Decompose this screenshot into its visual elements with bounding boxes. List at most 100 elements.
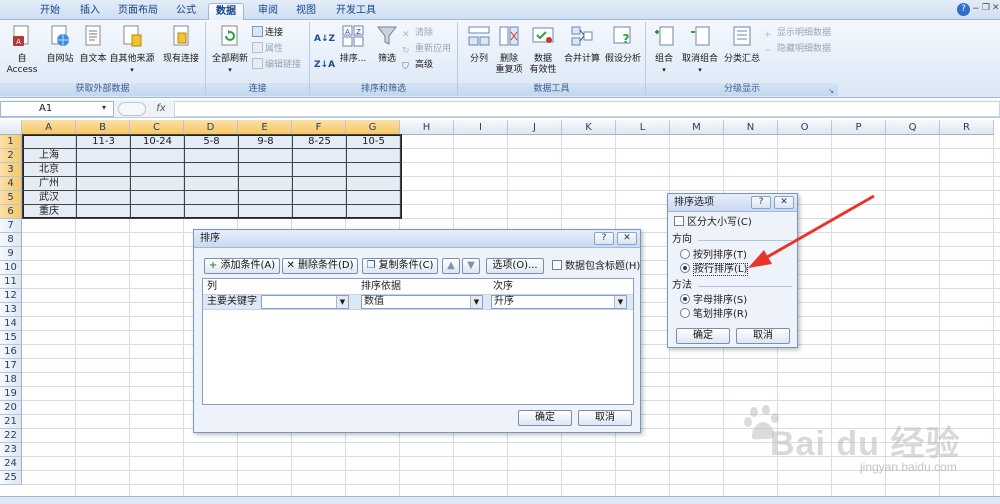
column-header-j[interactable]: J: [508, 120, 562, 135]
ungroup-button[interactable]: 取消组合 ▾: [680, 24, 720, 76]
sort-levels-list[interactable]: 列 排序依据 次序 主要关键字 ▼ 数值 ▼ 升序 ▼: [202, 278, 634, 405]
sort-button[interactable]: AZ 排序...: [334, 24, 372, 65]
column-header-g[interactable]: G: [346, 120, 400, 135]
hide-detail-button[interactable]: − 隐藏明细数据: [764, 42, 831, 56]
row-header-21[interactable]: 21: [0, 415, 22, 429]
sort-by-row-radio[interactable]: 按行排序(L): [680, 263, 749, 276]
cell-empty[interactable]: [76, 190, 131, 205]
clear-filter-button[interactable]: ✕ 清除: [402, 26, 433, 40]
cell-empty[interactable]: [238, 190, 293, 205]
cell-city[interactable]: 广州: [22, 176, 77, 191]
column-header-q[interactable]: Q: [886, 120, 940, 135]
column-header-l[interactable]: L: [616, 120, 670, 135]
row-header-12[interactable]: 12: [0, 289, 22, 303]
name-box[interactable]: A1: [0, 101, 114, 117]
cell-city[interactable]: 重庆: [22, 204, 77, 219]
tab-view[interactable]: 视图: [294, 3, 318, 20]
order-combo[interactable]: 升序 ▼: [491, 295, 627, 309]
cell-empty[interactable]: [130, 176, 185, 191]
options-ok-button[interactable]: 确定: [676, 328, 730, 344]
column-header-a[interactable]: A: [22, 120, 76, 135]
cell-empty[interactable]: [238, 204, 293, 219]
filter-button[interactable]: 筛选: [372, 24, 402, 65]
column-header-c[interactable]: C: [130, 120, 184, 135]
cell-empty[interactable]: [184, 162, 239, 177]
cell-header-date[interactable]: 8-25: [292, 134, 347, 149]
cell-empty[interactable]: [76, 162, 131, 177]
cell-header-date[interactable]: 10-24: [130, 134, 185, 149]
column-header-b[interactable]: B: [76, 120, 130, 135]
text-to-columns-button[interactable]: 分列: [464, 24, 494, 65]
cell-empty[interactable]: [346, 176, 401, 191]
cell-empty[interactable]: [76, 176, 131, 191]
cell-empty[interactable]: [292, 148, 347, 163]
fx-icon[interactable]: fx: [150, 101, 172, 117]
sort-by-column-radio[interactable]: 按列排序(T): [680, 249, 747, 262]
name-box-dropdown-icon[interactable]: ▾: [102, 103, 106, 112]
cell-empty[interactable]: [184, 204, 239, 219]
row-header-8[interactable]: 8: [0, 233, 22, 247]
cell-empty[interactable]: [346, 190, 401, 205]
tab-data[interactable]: 数据: [208, 3, 244, 20]
row-header-24[interactable]: 24: [0, 457, 22, 471]
tab-formulas[interactable]: 公式: [174, 3, 198, 20]
move-up-button[interactable]: ▲: [442, 258, 460, 274]
formula-bar-expand-icon[interactable]: [118, 102, 146, 116]
options-cancel-button[interactable]: 取消: [736, 328, 790, 344]
cell-empty[interactable]: [184, 176, 239, 191]
sort-ok-button[interactable]: 确定: [518, 410, 572, 426]
row-header-10[interactable]: 10: [0, 261, 22, 275]
cell-city[interactable]: 上海: [22, 148, 77, 163]
column-header-n[interactable]: N: [724, 120, 778, 135]
cell-empty[interactable]: [346, 204, 401, 219]
tab-page-layout[interactable]: 页面布局: [116, 3, 160, 20]
copy-level-button[interactable]: ❐ 复制条件(C): [362, 258, 438, 274]
row-header-3[interactable]: 3: [0, 163, 22, 177]
from-web-button[interactable]: 自网站: [44, 24, 76, 65]
consolidate-button[interactable]: 合并计算: [562, 24, 602, 65]
column-header-p[interactable]: P: [832, 120, 886, 135]
sort-dialog-close-button[interactable]: ✕: [617, 232, 637, 245]
row-header-2[interactable]: 2: [0, 149, 22, 163]
has-header-checkbox[interactable]: 数据包含标题(H): [552, 260, 640, 273]
delete-level-button[interactable]: ✕ 删除条件(D): [282, 258, 358, 274]
column-header-r[interactable]: R: [940, 120, 994, 135]
cell-empty[interactable]: [346, 148, 401, 163]
cell-header-date[interactable]: 9-8: [238, 134, 293, 149]
column-header-f[interactable]: F: [292, 120, 346, 135]
tab-home[interactable]: 开始: [38, 3, 62, 20]
subtotal-button[interactable]: 分类汇总: [722, 24, 762, 65]
letter-sort-radio[interactable]: 字母排序(S): [680, 294, 747, 307]
options-button[interactable]: 选项(O)...: [486, 258, 544, 274]
minimize-ribbon-icon[interactable]: −: [972, 4, 980, 14]
select-all-corner[interactable]: [0, 120, 22, 135]
cell-a1[interactable]: [22, 134, 77, 149]
cell-header-date[interactable]: 10-5: [346, 134, 401, 149]
column-header-h[interactable]: H: [400, 120, 454, 135]
row-header-25[interactable]: 25: [0, 471, 22, 485]
from-text-button[interactable]: 自文本: [78, 24, 108, 65]
cell-header-date[interactable]: 5-8: [184, 134, 239, 149]
column-header-k[interactable]: K: [562, 120, 616, 135]
cell-empty[interactable]: [292, 190, 347, 205]
what-if-analysis-button[interactable]: ? 假设分析: [602, 24, 644, 65]
row-header-13[interactable]: 13: [0, 303, 22, 317]
cell-city[interactable]: 武汉: [22, 190, 77, 205]
cell-header-date[interactable]: 11-3: [76, 134, 131, 149]
from-access-button[interactable]: A 自 Access: [2, 24, 42, 76]
cell-empty[interactable]: [238, 148, 293, 163]
cell-empty[interactable]: [130, 162, 185, 177]
row-header-4[interactable]: 4: [0, 177, 22, 191]
row-header-17[interactable]: 17: [0, 359, 22, 373]
reapply-button[interactable]: ↻ 重新应用: [402, 42, 451, 56]
edit-links-button[interactable]: 编辑链接: [252, 58, 301, 72]
tab-review[interactable]: 审阅: [256, 3, 280, 20]
sort-column-combo[interactable]: ▼: [261, 295, 349, 309]
column-header-d[interactable]: D: [184, 120, 238, 135]
tab-developer[interactable]: 开发工具: [334, 3, 378, 20]
cell-empty[interactable]: [76, 148, 131, 163]
row-header-6[interactable]: 6: [0, 205, 22, 219]
close-icon[interactable]: ✕: [992, 3, 1000, 13]
row-header-23[interactable]: 23: [0, 443, 22, 457]
cell-empty[interactable]: [292, 162, 347, 177]
